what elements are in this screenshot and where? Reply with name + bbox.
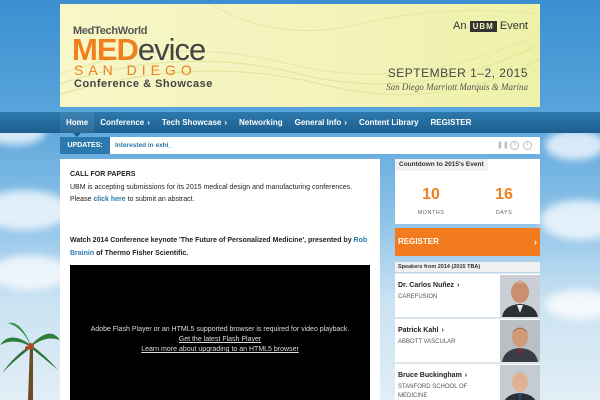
nav-item-networking[interactable]: Networking bbox=[233, 112, 289, 133]
chevron-right-icon: › bbox=[147, 118, 150, 127]
updates-ticker: UPDATES: Interested in exhi_ ❚❚ ‹ › bbox=[60, 137, 540, 154]
flash-player-link[interactable]: Get the latest Flash Player bbox=[70, 335, 370, 345]
nav-item-content-library[interactable]: Content Library bbox=[353, 112, 425, 133]
speaker-card[interactable]: Patrick Kahl › ABBOTT VASCULAR bbox=[395, 318, 540, 362]
nav-item-tech-showcase[interactable]: Tech Showcase › bbox=[156, 112, 233, 133]
nav-item-conference[interactable]: Conference › bbox=[94, 112, 156, 133]
keynote-text: Watch 2014 Conference keynote 'The Futur… bbox=[70, 234, 370, 260]
speaker-org: STANFORD SCHOOL OF MEDICINE bbox=[398, 384, 468, 399]
tag-prefix: An bbox=[453, 20, 467, 32]
speaker-card[interactable]: Bruce Buckingham › STANFORD SCHOOL OF MED… bbox=[395, 363, 540, 400]
logo-city: SAN DIEGO bbox=[74, 62, 197, 78]
nav-label: Networking bbox=[239, 118, 283, 127]
tag-suffix: Event bbox=[499, 20, 528, 32]
main-navbar: Home Conference › Tech Showcase › Networki… bbox=[0, 112, 600, 137]
nav-item-general-info[interactable]: General Info › bbox=[289, 112, 353, 133]
cloud bbox=[545, 130, 600, 160]
cloud bbox=[540, 200, 600, 240]
days-value: 16 bbox=[495, 186, 513, 203]
speakers-heading: Speakers from 2014 (2015 TBA) bbox=[395, 262, 540, 272]
nav-label: Content Library bbox=[358, 118, 419, 127]
video-fallback-message: Adobe Flash Player or an HTML5 supported… bbox=[70, 325, 370, 355]
speaker-portrait-image bbox=[500, 320, 540, 362]
chevron-right-icon: › bbox=[441, 327, 444, 334]
cfp-text: to submit an abstract. bbox=[125, 196, 195, 203]
ticker-controls: ❚❚ ‹ › bbox=[497, 141, 532, 150]
keynote-outro: of Thermo Fisher Scientific. bbox=[94, 250, 189, 257]
cfp-heading: CALL FOR PAPERS bbox=[70, 171, 136, 178]
logo-subtitle: Conference & Showcase bbox=[74, 78, 213, 90]
nav-item-register[interactable]: REGISTER bbox=[425, 112, 478, 133]
chevron-right-icon: › bbox=[457, 282, 460, 289]
header-banner[interactable]: MedTechWorld MEDevice SAN DIEGO Conferen… bbox=[60, 4, 540, 107]
cfp-click-here-link[interactable]: click here bbox=[93, 196, 125, 203]
html5-upgrade-link[interactable]: Learn more about upgrading to an HTML5 b… bbox=[70, 345, 370, 355]
nav-label: Conference bbox=[100, 118, 145, 127]
countdown-days: 16 DAYS bbox=[468, 186, 540, 217]
prev-icon[interactable]: ‹ bbox=[510, 141, 519, 150]
nav-label: Home bbox=[66, 118, 89, 127]
speaker-name: Dr. Carlos Nuñez › bbox=[398, 282, 459, 289]
nav-label: REGISTER bbox=[430, 118, 472, 127]
nav-label: Tech Showcase bbox=[161, 118, 222, 127]
speaker-name-text: Bruce Buckingham bbox=[398, 372, 462, 379]
speaker-name-text: Patrick Kahl bbox=[398, 327, 439, 334]
chevron-right-icon: › bbox=[534, 237, 537, 247]
months-label: MONTHS bbox=[417, 210, 445, 216]
speaker-photo bbox=[500, 365, 540, 400]
pause-icon[interactable]: ❚❚ bbox=[497, 141, 509, 150]
ubm-logo: UBM bbox=[469, 20, 497, 32]
chevron-right-icon: › bbox=[224, 118, 228, 127]
speaker-org: CAREFUSION bbox=[398, 294, 438, 300]
next-icon[interactable]: › bbox=[523, 141, 532, 150]
ubm-event-tag: An UBM Event bbox=[453, 20, 528, 32]
countdown-widget: Countdown to 2015's Event 10 MONTHS 16 D… bbox=[395, 159, 540, 224]
speaker-card[interactable]: Dr. Carlos Nuñez › CAREFUSION bbox=[395, 273, 540, 317]
cloud bbox=[545, 290, 600, 320]
event-date: SEPTEMBER 1–2, 2015 bbox=[387, 66, 528, 80]
register-label: REGISTER bbox=[398, 237, 439, 246]
nav-menu: Home Conference › Tech Showcase › Networki… bbox=[60, 112, 478, 137]
updates-text-link[interactable]: Interested in exhi_ bbox=[115, 137, 172, 154]
nav-label: General Info bbox=[294, 118, 342, 127]
chevron-right-icon: › bbox=[464, 372, 468, 379]
main-content: CALL FOR PAPERS UBM is accepting submiss… bbox=[60, 159, 380, 400]
video-required-text: Adobe Flash Player or an HTML5 supported… bbox=[90, 326, 350, 333]
countdown-title: Countdown to 2015's Event bbox=[395, 159, 488, 171]
speaker-portrait-image bbox=[500, 275, 540, 317]
speaker-name-text: Dr. Carlos Nuñez bbox=[398, 282, 455, 289]
palm-tree-image bbox=[0, 322, 60, 400]
register-button[interactable]: REGISTER › bbox=[395, 228, 540, 256]
speaker-name: Bruce Buckingham › bbox=[398, 372, 467, 379]
updates-label: UPDATES: bbox=[60, 137, 110, 154]
keynote-intro: Watch 2014 Conference keynote 'The Futur… bbox=[70, 237, 354, 244]
event-venue: San Diego Marriott Marquis & Marina bbox=[386, 82, 528, 92]
cfp-body: UBM is accepting submissions for its 201… bbox=[70, 182, 370, 206]
speaker-name: Patrick Kahl › bbox=[398, 327, 444, 334]
nav-item-home[interactable]: Home bbox=[60, 112, 95, 137]
speaker-org: ABBOTT VASCULAR bbox=[398, 339, 456, 345]
countdown-months: 10 MONTHS bbox=[395, 186, 467, 217]
video-player[interactable]: Adobe Flash Player or an HTML5 supported… bbox=[70, 265, 370, 400]
speaker-photo bbox=[500, 320, 540, 362]
months-value: 10 bbox=[422, 186, 440, 203]
days-label: DAYS bbox=[495, 210, 513, 216]
logo-medevice: MEDevice bbox=[72, 34, 206, 65]
speaker-photo bbox=[500, 275, 540, 317]
speaker-portrait-image bbox=[500, 365, 540, 400]
chevron-right-icon: › bbox=[344, 118, 347, 127]
